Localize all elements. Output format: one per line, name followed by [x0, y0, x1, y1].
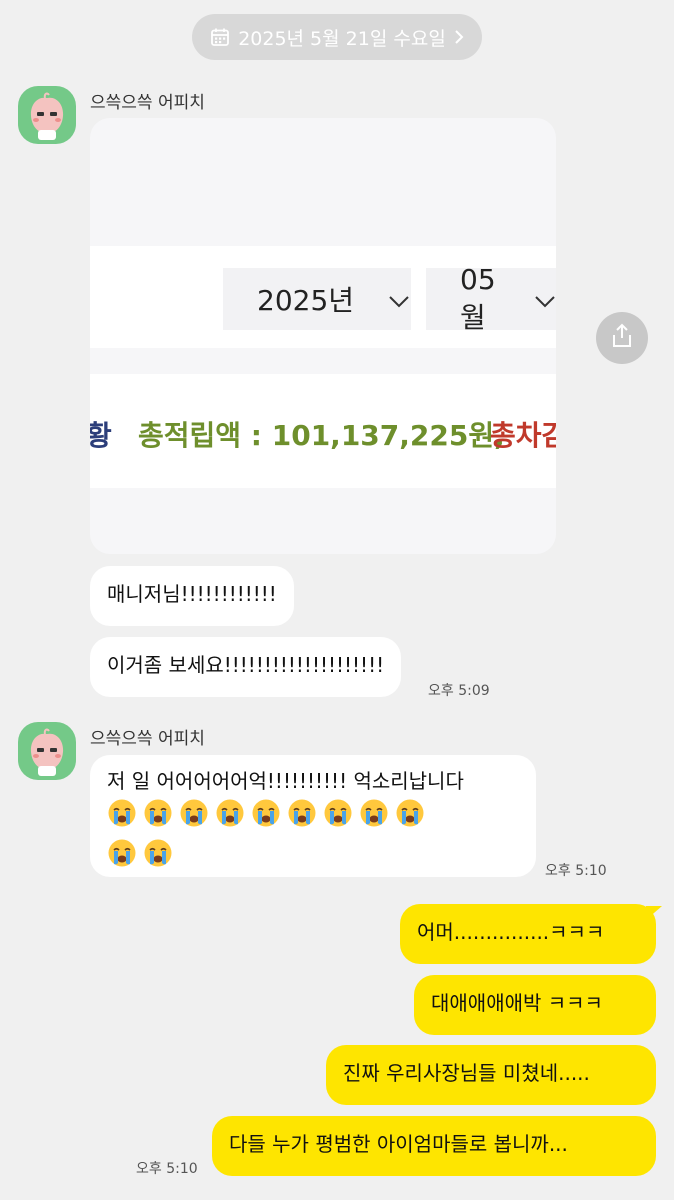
total-summary-band: 황 총적립액 : 101,137,225원, 총차감: [90, 374, 556, 488]
chevron-down-icon: [388, 283, 410, 316]
message-text: 저 일 어어어어어억!!!!!!!!!! 억소리납니다: [107, 769, 464, 793]
date-divider-label: 2025년 5월 21일 수요일: [238, 27, 446, 50]
my-message-bubble[interactable]: 어머...............ㅋㅋㅋ: [400, 904, 656, 964]
crying-face-emoji: [287, 798, 317, 838]
message-time: 오후 5:10: [136, 1161, 198, 1177]
right-fragment: 총차감: [490, 419, 556, 452]
left-fragment: 황: [90, 419, 112, 452]
my-message-bubble[interactable]: 다들 누가 평범한 아이엄마들로 봅니까...: [212, 1116, 656, 1176]
message-bubble[interactable]: 매니저님!!!!!!!!!!!!: [90, 566, 294, 626]
bubble-tail: [646, 906, 662, 920]
month-select-value: 05월: [460, 262, 496, 334]
my-message-bubble[interactable]: 진짜 우리사장님들 미쳤네.....: [326, 1045, 656, 1105]
message-time: 오후 5:10: [545, 863, 607, 879]
chevron-right-icon: [454, 29, 464, 45]
calendar-icon: [210, 27, 230, 47]
total-accumulated-text: 총적립액 : 101,137,225원,: [138, 419, 505, 452]
message-time: 오후 5:09: [428, 683, 490, 699]
crying-face-emoji: [179, 798, 209, 838]
apeach-avatar-icon[interactable]: [18, 722, 76, 780]
crying-face-emoji: [143, 798, 173, 838]
sender-name: 으쓱으쓱 어피치: [90, 93, 205, 113]
chevron-down-icon: [534, 283, 556, 316]
year-select: 2025년: [223, 268, 411, 330]
crying-emoji-group: [107, 798, 519, 878]
share-button[interactable]: [596, 312, 648, 364]
message-bubble-emoji[interactable]: 저 일 어어어어어억!!!!!!!!!! 억소리납니다: [90, 755, 536, 877]
share-icon: [609, 323, 635, 353]
crying-face-emoji: [323, 798, 353, 838]
image-message[interactable]: 2025년 05월 황 총적립액 : 101,137,225원, 총차감: [90, 118, 556, 554]
crying-face-emoji: [251, 798, 281, 838]
year-select-value: 2025년: [257, 284, 355, 317]
month-select: 05월: [426, 263, 556, 334]
sender-name: 으쓱으쓱 어피치: [90, 729, 205, 749]
crying-face-emoji: [359, 798, 389, 838]
apeach-avatar-icon[interactable]: [18, 86, 76, 144]
crying-face-emoji: [107, 798, 137, 838]
crying-face-emoji: [107, 838, 137, 878]
crying-face-emoji: [143, 838, 173, 878]
crying-face-emoji: [215, 798, 245, 838]
my-message-bubble[interactable]: 대애애애애박 ㅋㅋㅋ: [414, 975, 656, 1035]
date-divider[interactable]: 2025년 5월 21일 수요일: [192, 14, 482, 60]
message-bubble[interactable]: 이거좀 보세요!!!!!!!!!!!!!!!!!!!!: [90, 637, 402, 697]
crying-face-emoji: [395, 798, 425, 838]
